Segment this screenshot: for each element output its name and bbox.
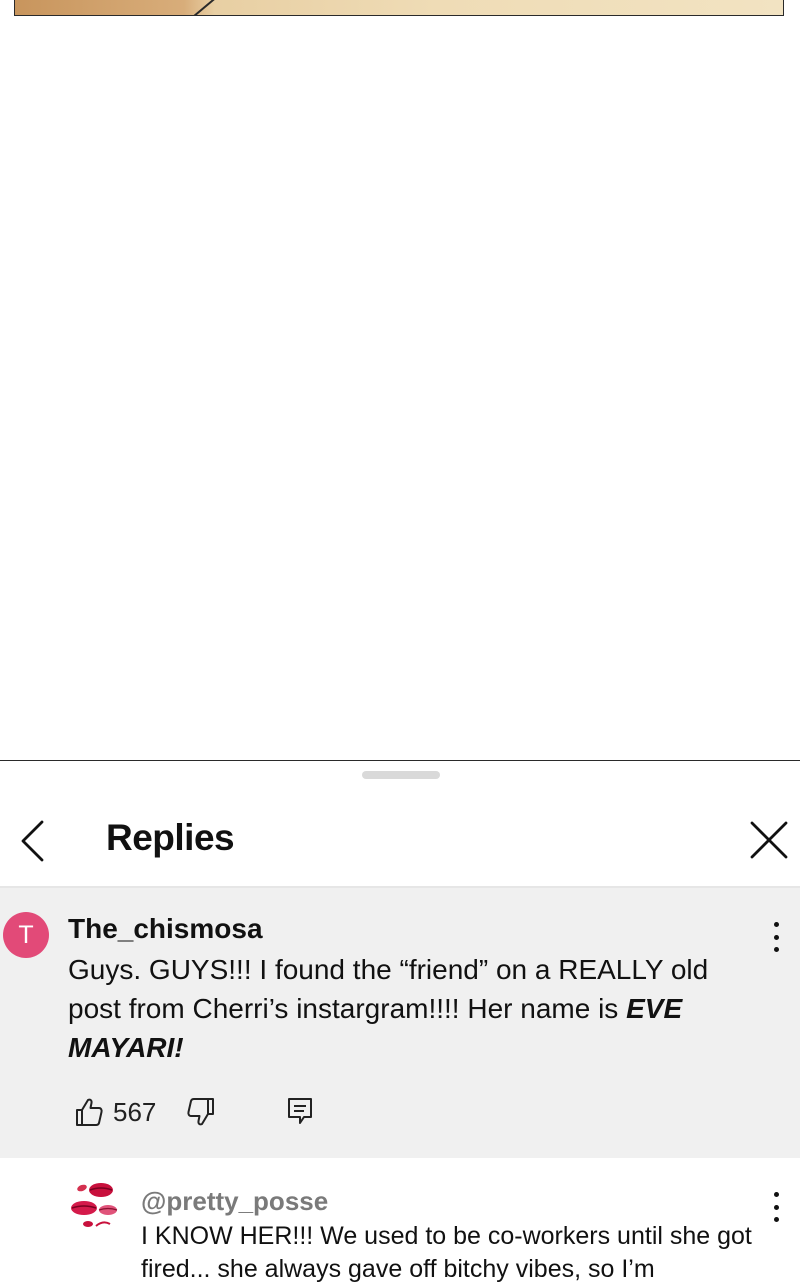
more-dot-icon (773, 1217, 779, 1222)
lips-avatar-icon (71, 1183, 118, 1227)
close-button[interactable] (748, 819, 790, 861)
more-dot-icon (773, 947, 779, 952)
comment-text-plain: Guys. GUYS!!! I found the “friend” on a … (68, 954, 709, 1024)
close-icon (750, 821, 788, 859)
comment-username[interactable]: The_chismosa (68, 913, 263, 945)
comment-text: Guys. GUYS!!! I found the “friend” on a … (68, 950, 748, 1067)
reply-username[interactable]: @pretty_posse (141, 1186, 328, 1217)
like-count: 567 (113, 1097, 157, 1127)
more-dot-icon (773, 1192, 779, 1197)
parent-comment: T The_chismosa Guys. GUYS!!! I found the… (0, 888, 800, 1158)
reply-more-button[interactable] (764, 1192, 788, 1222)
more-dot-icon (773, 1204, 779, 1210)
back-button[interactable] (14, 819, 54, 863)
comment-actions: 567 (74, 1096, 374, 1130)
dislike-button[interactable] (186, 1096, 216, 1128)
avatar[interactable]: T (3, 912, 49, 958)
like-button[interactable] (74, 1096, 104, 1128)
page-title: Replies (106, 817, 235, 858)
avatar[interactable] (68, 1180, 122, 1230)
thumbs-down-icon (187, 1098, 214, 1126)
comment-more-button[interactable] (764, 922, 788, 952)
thumbs-up-icon (76, 1098, 103, 1126)
more-dot-icon (773, 934, 779, 940)
replies-sheet: Replies T The_chismosa Guys. GUYS!!! I f… (0, 760, 800, 1288)
comic-panel-edge (14, 0, 784, 16)
more-dot-icon (773, 922, 779, 927)
comment-icon (288, 1098, 312, 1124)
replies-header: Replies (0, 799, 800, 887)
reply-button[interactable] (286, 1096, 314, 1128)
reply-text: I KNOW HER!!! We used to be co-workers u… (141, 1222, 752, 1283)
panel-crease-line (190, 0, 222, 15)
chevron-left-icon (21, 820, 44, 862)
drag-handle[interactable] (362, 771, 440, 779)
reply-item: @pretty_posse I KNOW HER!!! We used to b… (0, 1158, 800, 1288)
